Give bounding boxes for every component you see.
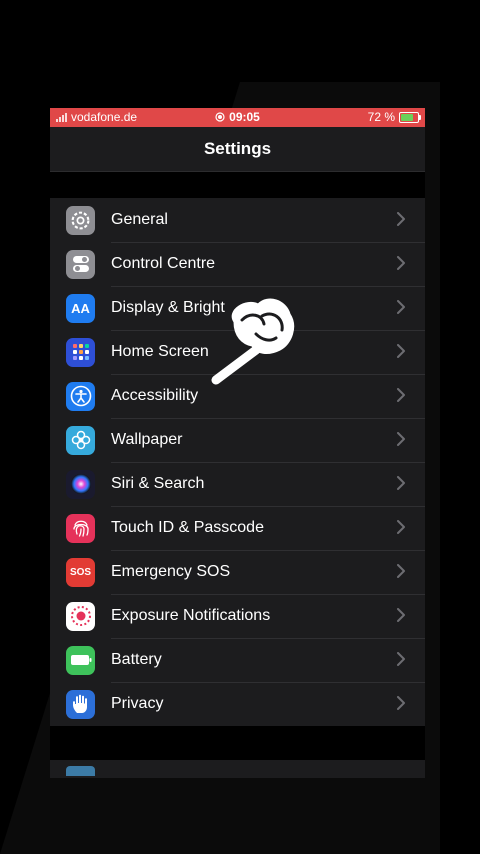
settings-row-label: Display & Bright — [111, 286, 425, 331]
settings-row-label: Siri & Search — [111, 462, 425, 507]
exposure-icon — [66, 601, 95, 631]
chevron-right-icon — [397, 695, 411, 713]
flower-icon — [66, 425, 95, 455]
section-spacer — [50, 172, 425, 198]
settings-row-label: Wallpaper — [111, 418, 425, 463]
settings-row-accessibility[interactable]: Accessibility — [50, 374, 425, 419]
settings-row-home-screen[interactable]: Home Screen — [50, 330, 425, 375]
page-title: Settings — [203, 139, 272, 158]
settings-row-touch-id-passcode[interactable]: Touch ID & Passcode — [50, 506, 425, 551]
siri-icon — [66, 469, 95, 499]
toggles-icon — [66, 249, 95, 279]
settings-row-label: General — [111, 198, 425, 243]
status-bar: vodafone.de 09:05 72 % — [50, 108, 425, 127]
sos-icon: SOS — [66, 557, 95, 587]
settings-row-label: Touch ID & Passcode — [111, 506, 425, 551]
chevron-right-icon — [397, 651, 411, 669]
settings-row-exposure-notifications[interactable]: Exposure Notifications — [50, 594, 425, 639]
chevron-right-icon — [397, 519, 411, 537]
section-spacer — [50, 726, 425, 760]
settings-row-wallpaper[interactable]: Wallpaper — [50, 418, 425, 463]
phone-screen: vodafone.de 09:05 72 % Settings General C… — [50, 108, 425, 778]
nav-bar: Settings — [50, 127, 425, 172]
chevron-right-icon — [397, 475, 411, 493]
chevron-right-icon — [397, 343, 411, 361]
settings-row-label: Emergency SOS — [111, 550, 425, 595]
home-grid-icon — [66, 337, 95, 367]
settings-row-privacy[interactable]: Privacy — [50, 682, 425, 726]
chevron-right-icon — [397, 211, 411, 229]
chevron-right-icon — [397, 255, 411, 273]
settings-row-general[interactable]: General — [50, 198, 425, 243]
hand-icon — [66, 689, 95, 719]
chevron-right-icon — [397, 387, 411, 405]
settings-row-display-bright[interactable]: AA Display & Bright — [50, 286, 425, 331]
settings-row-emergency-sos[interactable]: SOS Emergency SOS — [50, 550, 425, 595]
display-aa-icon: AA — [66, 293, 95, 323]
fingerprint-icon — [66, 513, 95, 543]
recording-icon — [215, 112, 225, 122]
battery-status: 72 % — [367, 110, 421, 124]
app-store-icon — [66, 766, 95, 776]
settings-row-label: Privacy — [111, 695, 164, 712]
settings-row-label: Control Centre — [111, 242, 425, 287]
settings-row-control-centre[interactable]: Control Centre — [50, 242, 425, 287]
battery-icon — [399, 111, 421, 123]
chevron-right-icon — [397, 607, 411, 625]
chevron-right-icon — [397, 431, 411, 449]
settings-row-label: Accessibility — [111, 374, 425, 419]
settings-row-siri-search[interactable]: Siri & Search — [50, 462, 425, 507]
gear-icon — [66, 205, 95, 235]
settings-row-label: Battery — [111, 638, 425, 683]
settings-row-label: Home Screen — [111, 330, 425, 375]
next-section-row — [50, 760, 425, 776]
settings-row-battery[interactable]: Battery — [50, 638, 425, 683]
chevron-right-icon — [397, 563, 411, 581]
accessibility-icon — [66, 381, 95, 411]
chevron-right-icon — [397, 299, 411, 317]
battery-percent: 72 % — [367, 110, 395, 124]
time-label: 09:05 — [229, 110, 260, 124]
settings-row-label: Exposure Notifications — [111, 594, 425, 639]
battery-icon — [66, 645, 95, 675]
settings-list: General Control Centre AA Display & Bright H… — [50, 198, 425, 726]
